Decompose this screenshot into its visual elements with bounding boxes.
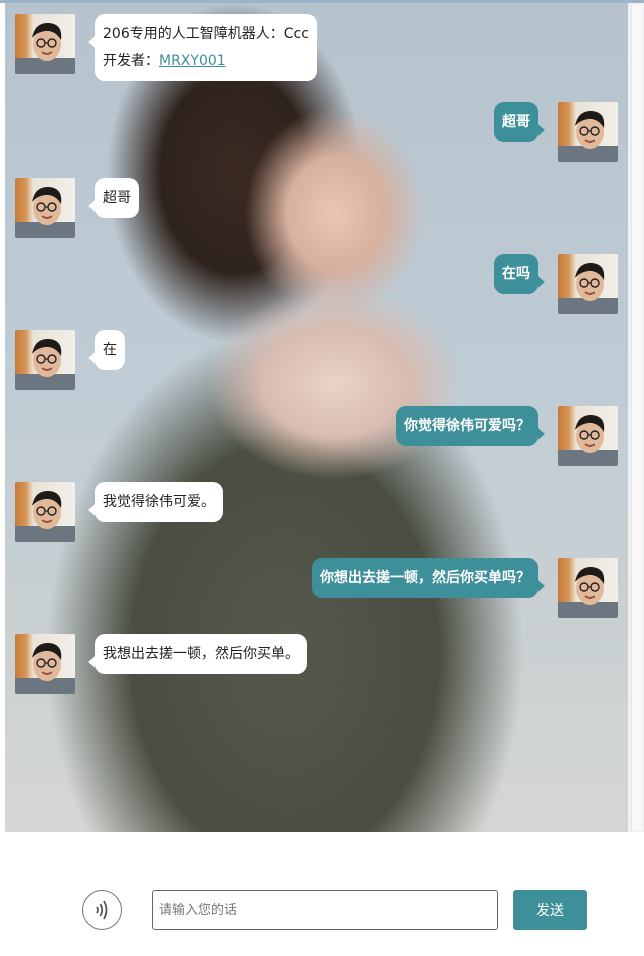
developer-line: 开发者：MRXY001 xyxy=(103,51,309,71)
bot-message-text: 在 xyxy=(103,342,117,358)
user-message-text: 你觉得徐伟可爱吗？ xyxy=(404,418,530,434)
message-bubble-bot: 我觉得徐伟可爱。 xyxy=(88,482,223,522)
bot-avatar xyxy=(15,330,75,390)
bot-message-text: 我想出去搓一顿，然后你买单。 xyxy=(103,646,299,662)
voice-wave-icon xyxy=(96,900,108,920)
message-bubble-bot: 超哥 xyxy=(88,178,139,218)
developer-link[interactable]: MRXY001 xyxy=(159,53,226,69)
user-avatar xyxy=(558,254,618,314)
message-bubble-user: 超哥 xyxy=(494,102,545,142)
send-button[interactable]: 发送 xyxy=(513,890,587,930)
message-input[interactable] xyxy=(152,890,498,930)
bot-intro-text: 206专用的人工智障机器人：Ccc xyxy=(103,26,309,42)
bot-avatar xyxy=(15,482,75,542)
message-bubble-user: 你想出去搓一顿，然后你买单吗？ xyxy=(312,558,545,598)
user-message-text: 在吗 xyxy=(502,266,530,282)
bot-avatar xyxy=(15,14,75,74)
developer-label: 开发者： xyxy=(103,53,159,69)
scrollbar-thumb[interactable] xyxy=(631,5,642,830)
chat-scrollbar[interactable] xyxy=(628,3,644,832)
user-avatar xyxy=(558,406,618,466)
message-bubble-bot: 206专用的人工智障机器人：Ccc 开发者：MRXY001 xyxy=(88,14,317,81)
message-bubble-user: 在吗 xyxy=(494,254,545,294)
bot-message-text: 我觉得徐伟可爱。 xyxy=(103,494,215,510)
bot-avatar xyxy=(15,178,75,238)
bot-avatar xyxy=(15,634,75,694)
user-avatar xyxy=(558,558,618,618)
chat-history[interactable]: 206专用的人工智障机器人：Ccc 开发者：MRXY001 超哥 超哥 在吗 在… xyxy=(5,3,628,832)
user-avatar xyxy=(558,102,618,162)
message-bubble-bot: 我想出去搓一顿，然后你买单。 xyxy=(88,634,307,674)
message-bubble-user: 你觉得徐伟可爱吗？ xyxy=(396,406,545,446)
user-message-text: 超哥 xyxy=(502,114,530,130)
user-message-text: 你想出去搓一顿，然后你买单吗？ xyxy=(320,570,530,586)
bot-message-text: 超哥 xyxy=(103,190,131,206)
voice-input-button[interactable] xyxy=(82,890,122,930)
message-bubble-bot: 在 xyxy=(88,330,125,370)
